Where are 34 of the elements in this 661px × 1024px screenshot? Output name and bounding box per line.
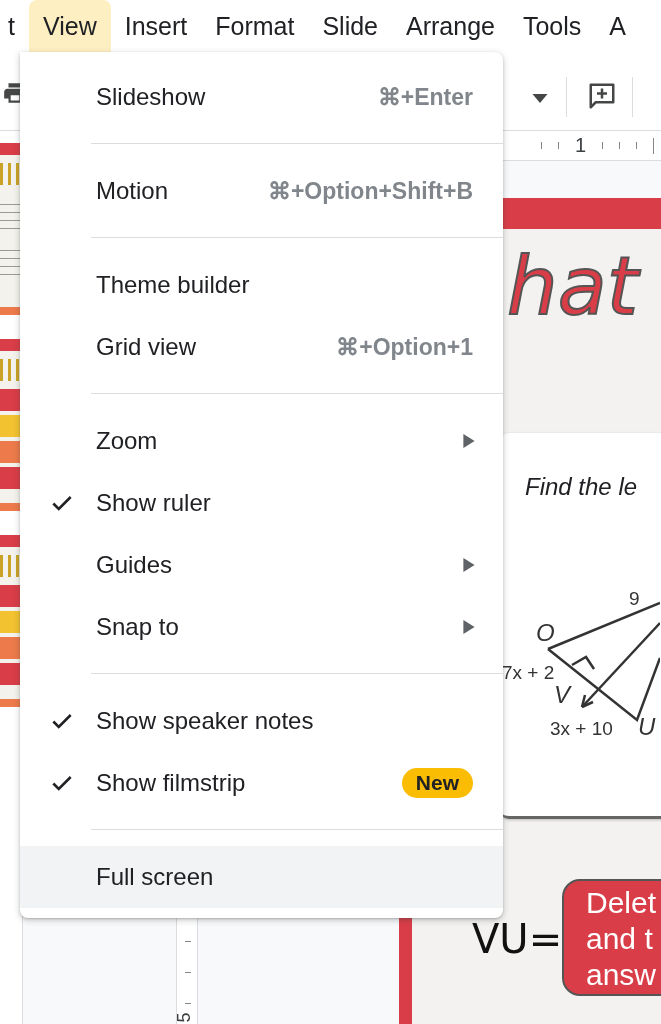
menu-item[interactable]: Full screen [20, 846, 503, 908]
menu-item-label: Zoom [96, 427, 158, 455]
shortcut-text: ⌘+Option+Shift+B [267, 177, 473, 205]
menu-item[interactable]: Slideshow ⌘+Enter [20, 66, 503, 128]
menu-bar-item[interactable]: View [28, 0, 111, 52]
menu-bar-item[interactable]: Insert [110, 0, 202, 52]
shortcut-text: ⌘+Enter [377, 83, 473, 111]
figure-label: 9 [629, 588, 640, 609]
horizontal-ruler: 1 [503, 131, 661, 161]
new-badge: New [401, 768, 473, 798]
menu-bar-item[interactable]: Format [201, 0, 309, 52]
figure-label: U [638, 713, 656, 740]
answer-box-text: and t [586, 921, 654, 957]
add-comment-icon[interactable] [587, 81, 617, 111]
menu-bar-item[interactable]: Tools [508, 0, 596, 52]
answer-box-text: Delet [586, 885, 658, 921]
menu-bar-item[interactable]: Slide [308, 0, 392, 52]
menu-item-label: Motion [96, 177, 169, 205]
answer-box-text: answ [586, 957, 658, 993]
figure-label: 7x + 2 [502, 662, 555, 683]
figure-label: O [536, 619, 555, 646]
caret-icon[interactable] [532, 94, 548, 103]
question-text: Find the le [525, 473, 638, 501]
menu-item-label: Slideshow [96, 83, 206, 111]
answer-label: VU= [472, 916, 563, 962]
slide-title: hat [507, 240, 639, 333]
menu-bar-item[interactable]: A [595, 0, 641, 52]
shortcut-text: ⌘+Option+1 [336, 333, 473, 361]
menu-item-label: Snap to [96, 613, 179, 641]
figure-label: V [554, 681, 570, 708]
menu-bar-item[interactable]: t [0, 0, 29, 52]
menu-item-label: Guides [96, 551, 173, 579]
menu-bar-item[interactable]: Arrange [392, 0, 509, 52]
figure-label: 3x + 10 [550, 718, 613, 739]
